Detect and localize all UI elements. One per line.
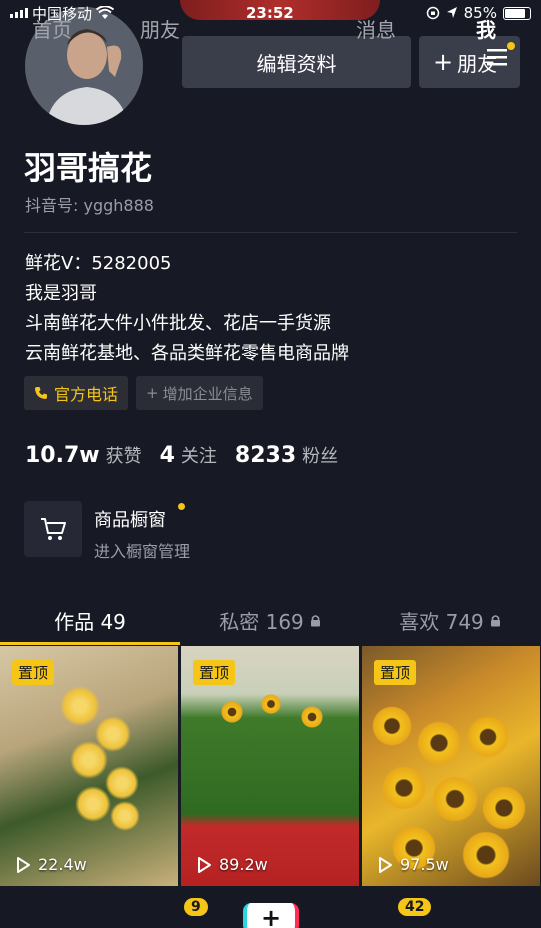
tab-likes[interactable]: 喜欢 749	[360, 596, 540, 644]
bio-line: 斗南鲜花大件小件批发、花店一手货源	[25, 313, 331, 334]
messages-badge: 42	[398, 898, 432, 916]
profile-stats: 10.7w 获赞 4 关注 8233 粉丝	[25, 442, 338, 468]
official-phone-label: 官方电话	[54, 385, 119, 404]
stat-label: 粉丝	[302, 446, 339, 467]
profile-name: 羽哥搞花	[24, 149, 153, 187]
stat-label: 获赞	[105, 446, 142, 467]
video-thumbnail[interactable]: 置顶 97.5w	[362, 646, 540, 886]
carrier-label: 中国移动	[32, 4, 93, 23]
stat-likes[interactable]: 10.7w 获赞	[25, 442, 142, 468]
plus-icon: +	[146, 384, 159, 402]
rotation-lock-icon	[426, 6, 439, 20]
active-tab-indicator	[0, 642, 180, 645]
play-count: 22.4w	[14, 855, 87, 874]
bio-line: 云南鲜花基地、各品类鲜花零售电商品牌	[25, 343, 349, 364]
lock-icon	[490, 614, 500, 626]
lock-icon	[310, 614, 320, 626]
play-icon	[198, 856, 211, 873]
battery-percent: 85%	[463, 4, 497, 22]
shop-window-title[interactable]: 商品橱窗	[94, 506, 166, 532]
friends-badge: 9	[184, 898, 208, 916]
play-count-value: 97.5w	[400, 855, 449, 874]
status-time: 23:52	[245, 4, 294, 22]
status-right: 85%	[426, 4, 531, 22]
tab-label: 喜欢 749	[399, 609, 484, 634]
tab-label: 作品 49	[54, 609, 126, 634]
shop-notification-dot	[178, 503, 185, 510]
video-thumbnail[interactable]: 置顶 89.2w	[181, 646, 359, 886]
tab-label: 私密 169	[219, 609, 304, 634]
play-count: 97.5w	[376, 855, 449, 874]
add-enterprise-info-button[interactable]: + 增加企业信息	[136, 376, 263, 410]
add-enterprise-label: 增加企业信息	[162, 384, 253, 403]
stat-number: 4	[159, 443, 175, 468]
video-grid: 置顶 22.4w 置顶 89.2w 置顶 97.5w	[0, 646, 541, 886]
divider	[24, 232, 517, 233]
profile-tags: 官方电话 + 增加企业信息	[24, 376, 263, 410]
bio-line: 鲜花V：5282005	[25, 253, 172, 274]
content-tabs: 作品 49 私密 169 喜欢 749	[0, 596, 541, 644]
phone-icon	[35, 387, 47, 399]
wifi-icon	[96, 6, 115, 19]
plus-icon: +	[433, 48, 454, 76]
official-phone-button[interactable]: 官方电话	[24, 376, 129, 410]
edit-profile-button[interactable]: 编辑资料	[182, 36, 411, 88]
battery-icon	[502, 6, 531, 20]
shop-window-subtitle[interactable]: 进入橱窗管理	[94, 538, 190, 562]
douyin-id: 抖音号: yggh888	[25, 196, 154, 215]
video-thumbnail[interactable]: 置顶 22.4w	[0, 646, 178, 886]
tab-works[interactable]: 作品 49	[0, 596, 180, 644]
status-left: 中国移动	[10, 3, 115, 24]
play-count: 89.2w	[195, 855, 268, 874]
profile-bio: 鲜花V：5282005 我是羽哥 斗南鲜花大件小件批发、花店一手货源 云南鲜花基…	[25, 249, 349, 369]
pinned-badge: 置顶	[12, 660, 55, 685]
stat-number: 10.7w	[25, 443, 100, 468]
stat-number: 8233	[234, 443, 297, 468]
bio-line: 我是羽哥	[25, 283, 97, 304]
play-count-value: 22.4w	[38, 855, 87, 874]
status-bar: 中国移动 23:52 85%	[0, 0, 541, 26]
pinned-badge: 置顶	[193, 660, 236, 685]
hamburger-menu-icon[interactable]	[486, 46, 508, 68]
play-icon	[379, 856, 392, 873]
shop-window-button[interactable]	[24, 501, 82, 557]
play-count-value: 89.2w	[219, 855, 268, 874]
create-video-button[interactable]: +	[243, 903, 299, 928]
location-icon	[446, 7, 457, 18]
shopping-cart-icon	[41, 518, 66, 540]
tab-private[interactable]: 私密 169	[180, 596, 360, 644]
stat-label: 关注	[180, 446, 217, 467]
play-icon	[17, 856, 30, 873]
signal-icon	[10, 8, 28, 18]
stat-followers[interactable]: 8233 粉丝	[235, 442, 338, 468]
pinned-badge: 置顶	[374, 660, 417, 685]
stat-following[interactable]: 4 关注	[160, 442, 217, 468]
menu-notification-dot	[507, 42, 515, 50]
